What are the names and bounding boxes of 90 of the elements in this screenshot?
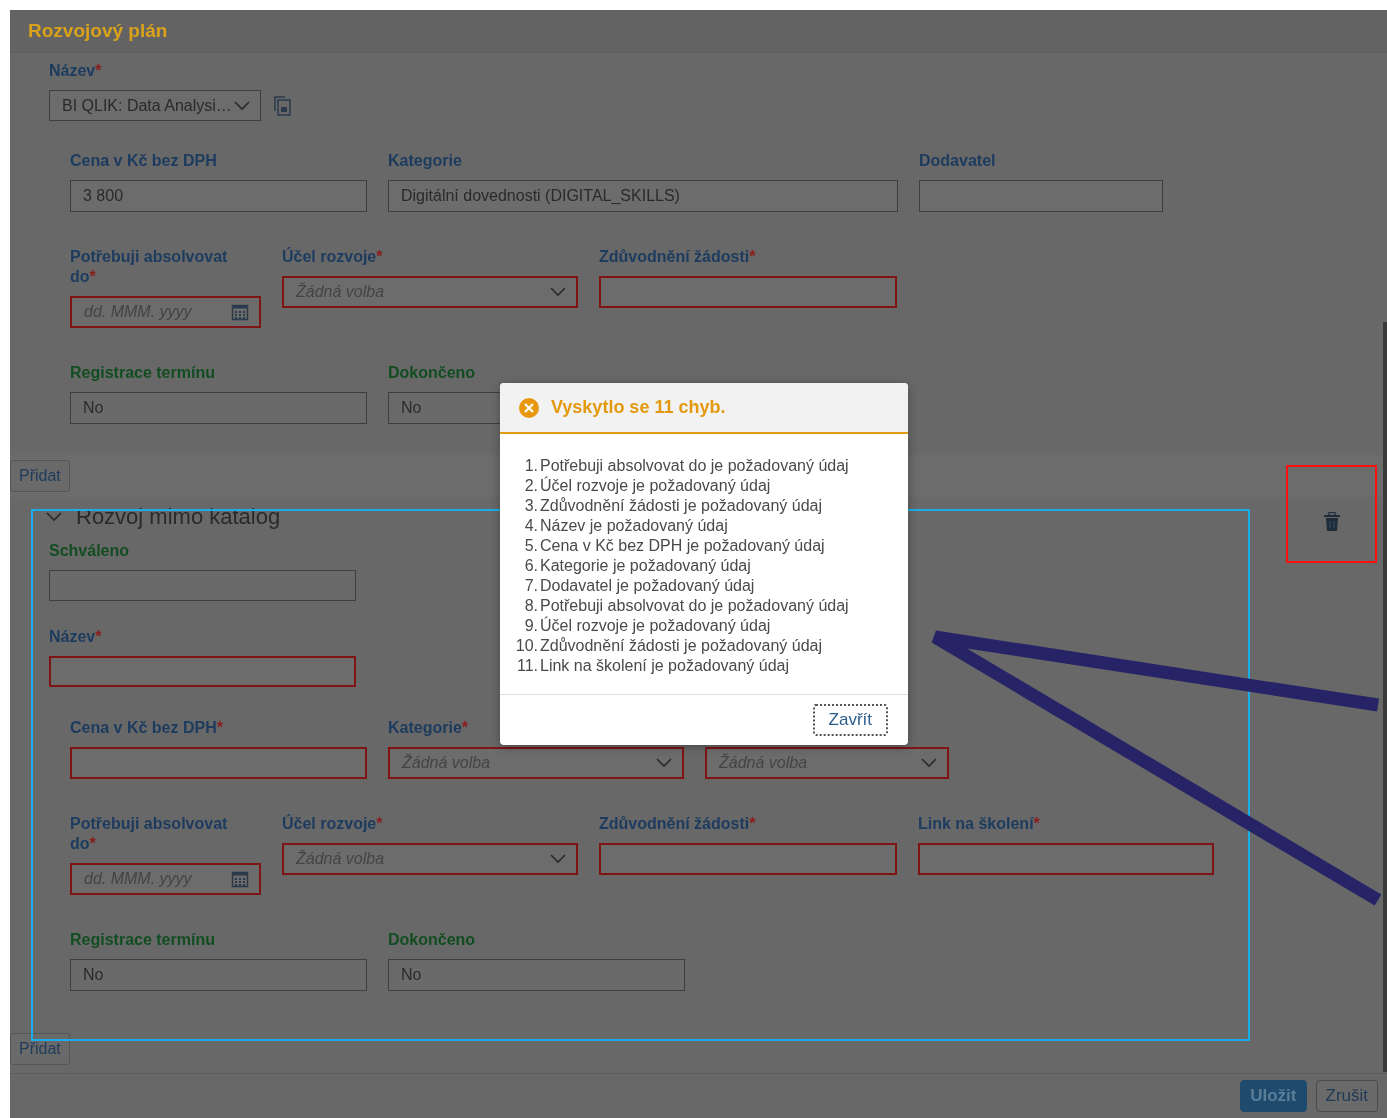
chevron-down-icon — [921, 758, 937, 768]
required-mark: * — [95, 628, 102, 645]
field-label: Účel rozvoje* — [282, 247, 384, 267]
field-value: BI QLIK: Data Analysi… — [62, 96, 232, 115]
required-mark: * — [95, 62, 102, 79]
item-number: 5. — [523, 536, 538, 556]
input-field[interactable] — [599, 843, 897, 875]
input-field[interactable]: No — [388, 959, 685, 991]
field-value: 3 800 — [83, 187, 124, 205]
error-message: Kategorie je požadovaný údaj — [540, 556, 752, 576]
field-label: Dokončeno — [388, 930, 477, 950]
error-message: Zdůvodnění žádosti je požadovaný údaj — [540, 636, 823, 656]
input-field[interactable] — [599, 276, 897, 308]
copy-icon[interactable] — [273, 94, 293, 117]
field-label: Název* — [49, 61, 103, 81]
item-number: 9. — [523, 616, 538, 636]
close-button[interactable]: Zavřít — [812, 704, 888, 736]
field-label: Potřebuji absolvovat do* — [70, 814, 229, 854]
field-value: Digitální dovednosti (DIGITAL_SKILLS) — [401, 187, 680, 205]
dialog-title: Vyskytlo se 11 chyb. — [551, 397, 726, 418]
field-label: Registrace termínu — [70, 930, 216, 950]
required-mark: * — [461, 719, 469, 736]
error-message: Link na školení je požadovaný údaj — [540, 656, 791, 676]
input-field[interactable] — [49, 656, 356, 687]
required-mark: * — [376, 248, 383, 265]
page-title: Rozvojový plán — [28, 20, 168, 42]
input-field[interactable] — [918, 843, 1214, 875]
select-field[interactable]: BI QLIK: Data Analysi… — [49, 90, 261, 121]
item-number: 4. — [523, 516, 538, 536]
chevron-down-icon — [550, 854, 566, 864]
chevron-icon[interactable] — [46, 512, 62, 522]
error-message: Zdůvodnění žádosti je požadovaný údaj — [540, 496, 823, 516]
error-message: Cena v Kč bez DPH je požadovaný údaj — [540, 536, 826, 556]
input-field[interactable]: No — [70, 392, 367, 424]
required-mark: * — [749, 248, 756, 265]
item-number: 7. — [523, 576, 538, 596]
input-field[interactable] — [49, 570, 356, 601]
item-number: 3. — [523, 496, 538, 516]
field-label: Kategorie — [388, 151, 463, 171]
item-number: 10. — [514, 636, 538, 656]
field-label: Zdůvodnění žádosti* — [599, 247, 757, 267]
add-button[interactable]: Přidat — [10, 460, 70, 492]
item-number: 8. — [523, 596, 538, 616]
error-message: Název je požadovaný údaj — [540, 516, 729, 536]
item-number: 11. — [515, 656, 538, 676]
item-number: 2. — [523, 476, 538, 496]
field-label: Dokončeno — [388, 363, 477, 383]
chevron-down-icon — [656, 758, 672, 768]
field-label: Cena v Kč bez DPH* — [70, 718, 224, 738]
chevron-down-icon — [550, 287, 566, 297]
field-label: Název* — [49, 627, 103, 647]
item-number: 1. — [523, 456, 538, 476]
save-button[interactable]: Uložit — [1240, 1080, 1307, 1112]
input-field[interactable]: No — [70, 959, 367, 991]
required-mark: * — [1033, 815, 1040, 832]
input-field[interactable]: Digitální dovednosti (DIGITAL_SKILLS) — [388, 180, 898, 212]
field-label: Zdůvodnění žádosti* — [599, 814, 757, 834]
error-message: Účel rozvoje je požadovaný údaj — [540, 476, 772, 496]
input-field[interactable] — [919, 180, 1163, 212]
field-value: No — [83, 966, 104, 984]
chevron-down-icon — [234, 100, 250, 111]
calendar-icon[interactable] — [231, 870, 249, 888]
trash-icon[interactable] — [1323, 512, 1341, 532]
calendar-icon[interactable] — [231, 303, 249, 321]
required-mark: * — [89, 268, 96, 285]
error-icon — [519, 397, 539, 418]
field-label: Dodavatel — [919, 151, 997, 171]
required-mark: * — [216, 719, 223, 736]
field-value: No — [401, 399, 422, 417]
field-label: Registrace termínu — [70, 363, 216, 383]
error-message: Dodavatel je požadovaný údaj — [540, 576, 756, 596]
field-value: No — [83, 399, 104, 417]
add-button[interactable]: Přidat — [10, 1033, 70, 1065]
field-label: Účel rozvoje* — [282, 814, 384, 834]
error-message: Účel rozvoje je požadovaný údaj — [540, 616, 772, 636]
required-mark: * — [376, 815, 383, 832]
input-field[interactable]: 3 800 — [70, 180, 367, 212]
field-label: Potřebuji absolvovat do* — [70, 247, 229, 287]
error-message: Potřebuji absolvovat do je požadovaný údaj — [540, 456, 850, 476]
scrollbar[interactable] — [1383, 322, 1387, 1072]
item-number: 6. — [523, 556, 538, 576]
field-label: Link na školení* — [918, 814, 1041, 834]
input-field[interactable] — [70, 747, 367, 779]
required-mark: * — [89, 835, 96, 852]
cancel-button[interactable]: Zrušit — [1315, 1080, 1378, 1112]
field-value: No — [401, 966, 422, 984]
field-label: Cena v Kč bez DPH — [70, 151, 218, 171]
field-label: Schváleno — [49, 541, 131, 561]
error-message: Potřebuji absolvovat do je požadovaný údaj — [540, 596, 850, 616]
required-mark: * — [749, 815, 756, 832]
